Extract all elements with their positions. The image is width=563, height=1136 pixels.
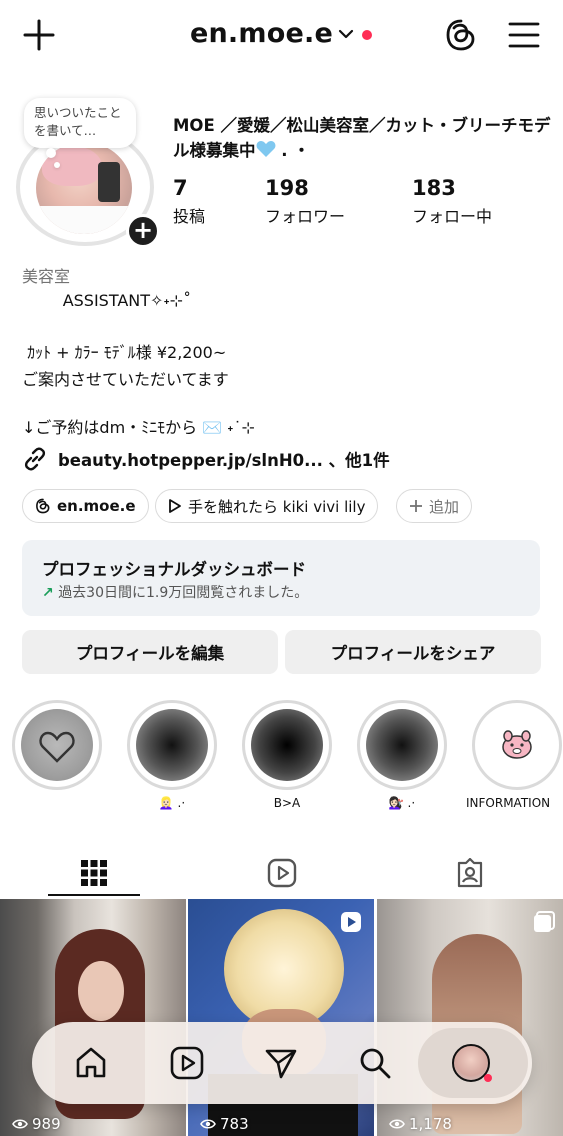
grid-icon: [80, 860, 107, 886]
display-name: MOE ／愛媛／松山美容室／カット・ブリーチモデル様募集中 . ・: [173, 116, 551, 160]
plus-icon: [410, 500, 422, 512]
send-icon: [265, 1049, 297, 1079]
plus-icon[interactable]: [22, 18, 56, 52]
note-text: 思いついたことを書いて…: [34, 105, 122, 138]
view-count: 783: [200, 1115, 249, 1133]
highlight-label: 👱🏻‍♀️ .·: [158, 796, 186, 810]
tab-tagged[interactable]: [376, 848, 563, 898]
carousel-icon: [534, 911, 555, 932]
eye-icon: [12, 1119, 28, 1129]
dashboard-title: プロフェッショナルダッシュボード: [42, 560, 306, 579]
bio-line: ご案内させていただいてます: [22, 370, 229, 389]
followers-stat[interactable]: 198 フォロワー: [265, 176, 345, 227]
chevron-down-icon[interactable]: [338, 26, 354, 42]
profile-tabs: [0, 848, 563, 898]
nav-search[interactable]: [352, 1040, 398, 1086]
threads-icon: [36, 498, 50, 514]
pink-character-icon: [502, 730, 532, 759]
highlight-label: 💇🏻‍♀️ .·: [388, 796, 416, 810]
highlight-cover: [136, 709, 208, 781]
story-highlight[interactable]: [127, 700, 217, 790]
note-bubble[interactable]: 思いついたことを書いて…: [24, 98, 136, 168]
view-count: 989: [12, 1115, 61, 1133]
edit-profile-button[interactable]: プロフィールを編集: [22, 630, 278, 674]
top-bar: en.moe.e: [0, 0, 563, 72]
share-profile-button[interactable]: プロフィールをシェア: [285, 630, 541, 674]
bottom-navigation: [32, 1022, 532, 1104]
hamburger-menu-icon[interactable]: [508, 20, 540, 50]
link-icon: [24, 447, 46, 471]
view-count: 1,178: [389, 1115, 452, 1133]
search-icon: [360, 1048, 391, 1079]
bio-line: ｶｯﾄ + ｶﾗｰ ﾓﾃﾞﾙ様 ¥2,200~: [22, 343, 227, 362]
threads-icon[interactable]: [444, 18, 478, 52]
eye-icon: [200, 1119, 216, 1129]
story-highlight[interactable]: [357, 700, 447, 790]
highlight-cover: [21, 709, 93, 781]
bio-line: ASSISTANT✧˖⊹˚: [22, 291, 192, 310]
light-blue-heart-icon: [256, 141, 275, 157]
story-highlight[interactable]: [242, 700, 332, 790]
home-icon: [76, 1047, 106, 1078]
highlight-cover: [251, 709, 323, 781]
heart-icon: [39, 731, 75, 763]
reels-icon: [341, 912, 361, 932]
account-username[interactable]: en.moe.e: [190, 18, 333, 49]
reels-icon: [170, 1046, 204, 1080]
highlight-cover: [366, 709, 438, 781]
dashboard-subtitle: ↗ 過去30日間に1.9万回閲覧されました。: [42, 585, 309, 601]
eye-icon: [389, 1119, 405, 1129]
music-chip[interactable]: 手を触れたら kiki vivi lily: [155, 489, 379, 523]
tagged-icon: [457, 858, 482, 888]
tab-reels[interactable]: [188, 848, 375, 898]
bio-line: ↓ご予約はdm・ﾐﾆﾓから ✉️ ˖˙⊹: [22, 418, 255, 437]
threads-chip[interactable]: en.moe.e: [22, 489, 149, 523]
tab-posts-grid[interactable]: [0, 848, 187, 898]
add-chip[interactable]: 追加: [396, 489, 473, 523]
highlight-cover: [481, 709, 553, 781]
growth-arrow-icon: ↗: [42, 585, 54, 601]
story-highlight[interactable]: [12, 700, 102, 790]
category-label: 美容室: [22, 267, 71, 286]
following-stat[interactable]: 183 フォロー中: [412, 176, 492, 227]
play-icon: [169, 499, 181, 513]
nav-home[interactable]: [68, 1040, 114, 1086]
link-text: beauty.hotpepper.jp/slnH0... 、他1件: [58, 451, 390, 470]
professional-dashboard[interactable]: プロフェッショナルダッシュボード ↗ 過去30日間に1.9万回閲覧されました。: [22, 540, 540, 616]
add-story-icon[interactable]: +: [126, 214, 160, 248]
nav-messages[interactable]: [258, 1040, 304, 1086]
notification-dot: [362, 30, 372, 40]
story-highlight[interactable]: [472, 700, 562, 790]
notification-dot: [484, 1074, 492, 1082]
active-tab-indicator: [48, 894, 140, 896]
reels-icon: [267, 858, 296, 888]
posts-stat[interactable]: 7 投稿: [173, 176, 205, 227]
highlight-label: INFORMATION: [466, 796, 551, 810]
highlight-label: B>A: [273, 796, 301, 810]
nav-reels[interactable]: [164, 1040, 210, 1086]
